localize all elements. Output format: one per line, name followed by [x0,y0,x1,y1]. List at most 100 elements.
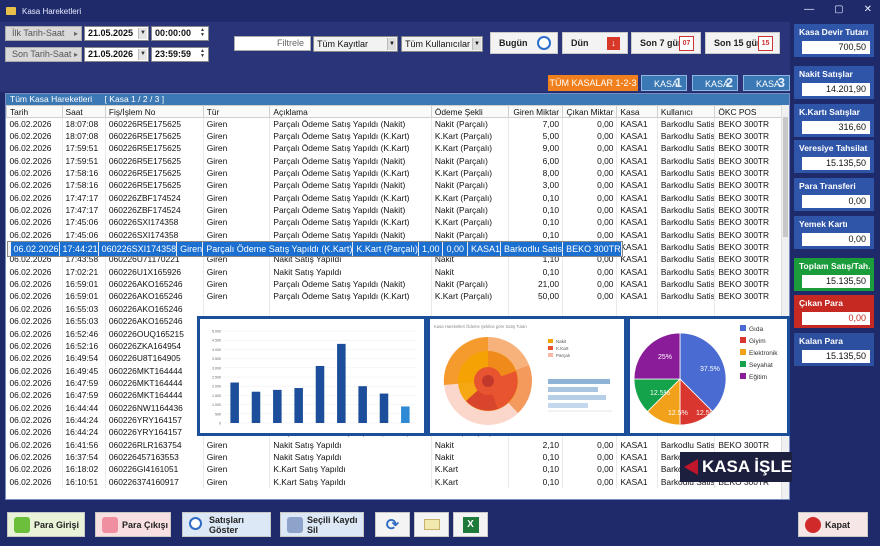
start-date-field[interactable]: 21.05.2025 ▼ [84,26,149,41]
table-row[interactable]: 06.02.2026 17:47:17 060226ZBF174524 Giren Pa… [6,191,783,204]
table-cell: BEKO 300TR [714,142,783,155]
last-15-days-button[interactable]: Son 15 gün 15 [705,32,780,54]
table-cell: Giren [203,277,271,291]
start-date-label[interactable]: İlk Tarih-Saat [5,26,82,41]
spinner-icon[interactable]: ▲ ▼ [198,49,207,60]
chevron-down-icon[interactable]: ▼ [387,38,396,50]
bar [379,393,389,423]
excel-export-button[interactable]: X [453,512,488,537]
maximize-icon[interactable]: ▢ [834,4,843,15]
chevron-down-icon[interactable]: ▼ [138,49,147,60]
chevron-down-icon[interactable]: ▼ [472,38,481,50]
legend-entry: Elektronik [749,350,778,357]
table-cell: K.Kart [431,463,509,476]
end-date-field[interactable]: 21.05.2026 ▼ [84,47,149,62]
legend-swatch [740,325,746,331]
table-cell: 06.02.2026 [6,129,63,143]
table-cell: Nakit [431,450,509,464]
column-header[interactable]: ÖKC POS [714,105,783,118]
kapat-button[interactable]: Kapat [798,512,868,537]
scroll-thumb[interactable] [783,117,788,237]
table-row[interactable]: 06.02.2026 17:45:06 060226SXI174358 Giren Pa… [6,216,783,229]
close-icon[interactable]: ✕ [864,4,872,15]
table-cell: BEKO 300TR [714,253,783,266]
table-cell: BEKO 300TR [714,154,783,167]
table-cell: 0,10 [508,475,563,488]
para-girisi-button[interactable]: Para Girişi [7,512,85,537]
column-header[interactable]: Ödeme Şekli [430,105,509,118]
sunburst-rings [443,336,532,425]
search-icon [189,517,202,530]
column-header[interactable]: Açıklama [269,105,432,118]
secili-kaydi-sil-button[interactable]: Seçili Kaydı Sil [280,512,364,537]
table-row[interactable]: 06.02.2026 16:37:54 060226457163553 Giren Na… [6,450,783,464]
end-time-field[interactable]: 23:59:59 ▲ ▼ [151,47,209,62]
table-row[interactable]: 06.02.2026 16:59:01 060226AKO165246 Giren Pa… [6,290,783,303]
table-row[interactable]: 06.02.2026 17:45:06 060226SXI174358 Giren Pa… [6,228,783,241]
table-row[interactable]: 06.02.2026 16:10:51 060226374160917 Giren K.… [6,475,783,488]
table-cell: 0,10 [508,191,563,204]
summary-kkart-value: 316,60 [802,121,870,134]
table-cell: 060226SXI174358 [98,241,178,256]
column-header[interactable]: Çıkan Miktar [561,105,618,118]
table-cell: 16:47:59 [62,376,106,390]
bottom-toolbar: Para Girişi Para Çıkışı Satışları Göster… [0,504,880,546]
column-header[interactable]: Kasa [616,105,658,118]
column-header[interactable]: Saat [61,105,106,118]
grid-scrollbar[interactable] [781,105,789,499]
table-row[interactable]: 06.02.2026 17:58:16 060226R5E175625 Giren Pa… [6,166,783,180]
para-cikisi-button[interactable]: Para Çıkışı [95,512,171,537]
column-header[interactable]: Tarih [6,105,63,118]
end-date-label[interactable]: Son Tarih-Saat [5,47,82,62]
filter-input[interactable]: Filtrele [234,36,311,51]
table-cell: KASA1 [616,228,658,241]
table-row[interactable]: 06.02.202617:44:21060226SXI174358GirenPa… [6,240,623,257]
table-cell: BEKO 300TR [714,166,783,180]
spinner-icon[interactable]: ▲ ▼ [198,28,207,39]
yesterday-button[interactable]: Dün ↓ [562,32,628,54]
table-row[interactable]: 06.02.2026 18:07:08 060226R5E175625 Giren Pa… [6,117,783,130]
table-cell: Giren [203,166,271,180]
start-time-field[interactable]: 00:00:00 ▲ ▼ [151,26,209,41]
column-header[interactable]: Fiş/İşlem No [104,105,204,118]
table-row[interactable]: 06.02.2026 17:59:51 060226R5E175625 Giren Pa… [6,142,783,155]
record-type-select[interactable]: Tüm Kayıtlar ▼ [313,36,398,52]
table-row[interactable]: 06.02.2026 17:02:21 060226U1X165926 Giren Na… [6,265,783,278]
table-cell [203,302,271,315]
table-row[interactable]: 06.02.2026 18:07:08 060226R5E175625 Giren Pa… [6,129,783,143]
column-header[interactable]: Giren Miktar [507,105,563,118]
para-cikisi-label: Para Çıkışı [122,519,169,530]
satislari-goster-button[interactable]: Satışları Göster [182,512,271,537]
table-cell: 060226457163553 [105,450,204,464]
print-button[interactable] [414,512,449,537]
table-row[interactable]: 06.02.2026 16:59:01 060226AKO165246 Giren Pa… [6,277,783,291]
table-row[interactable]: 06.02.2026 16:41:56 060226RLR163754 Giren Na… [6,438,783,451]
table-cell: 06.02.2026 [6,339,63,353]
minimize-icon[interactable]: — [804,4,814,15]
table-cell: Barkodlu Satis [657,277,716,291]
legend-entry: Giyim [749,338,766,345]
money-in-icon [14,517,30,533]
tab-all-kasa[interactable]: TÜM KASALAR 1-2-3 [548,75,638,91]
tab-kasa-1[interactable]: KASA 1 [641,75,687,91]
table-cell: 06.02.2026 [6,290,63,303]
table-cell: 0,00 [562,117,618,130]
last-7-days-button[interactable]: Son 7 gün 07 [631,32,701,54]
table-cell: 060226ZBF174524 [105,203,204,217]
today-button[interactable]: Bugün [490,32,558,54]
table-row[interactable]: 06.02.2026 17:58:16 060226R5E175625 Giren Pa… [6,179,783,192]
column-header[interactable]: Kullanıcı [656,105,716,118]
table-row[interactable]: 06.02.2026 17:47:17 060226ZBF174524 Giren Pa… [6,203,783,217]
column-header[interactable]: Tür [202,105,271,118]
download-arrow-icon: ↓ [607,37,620,50]
refresh-button[interactable]: ⟳ [375,512,410,537]
table-row[interactable]: 06.02.2026 16:55:03 060226AKO165246 [6,302,783,315]
table-cell: 16:18:02 [62,463,106,476]
tab-kasa-2[interactable]: KASA 2 [692,75,738,91]
chevron-down-icon[interactable]: ▼ [138,28,147,39]
tab-kasa-3[interactable]: KASA 3 [743,75,790,91]
table-row[interactable]: 06.02.2026 16:18:02 060226GI4161051 Giren K.… [6,463,783,476]
table-row[interactable]: 06.02.2026 17:59:51 060226R5E175625 Giren Pa… [6,154,783,167]
user-select[interactable]: Tüm Kullanıcılar ▼ [401,36,483,52]
summary-nakit-value: 14.201,90 [802,83,870,96]
